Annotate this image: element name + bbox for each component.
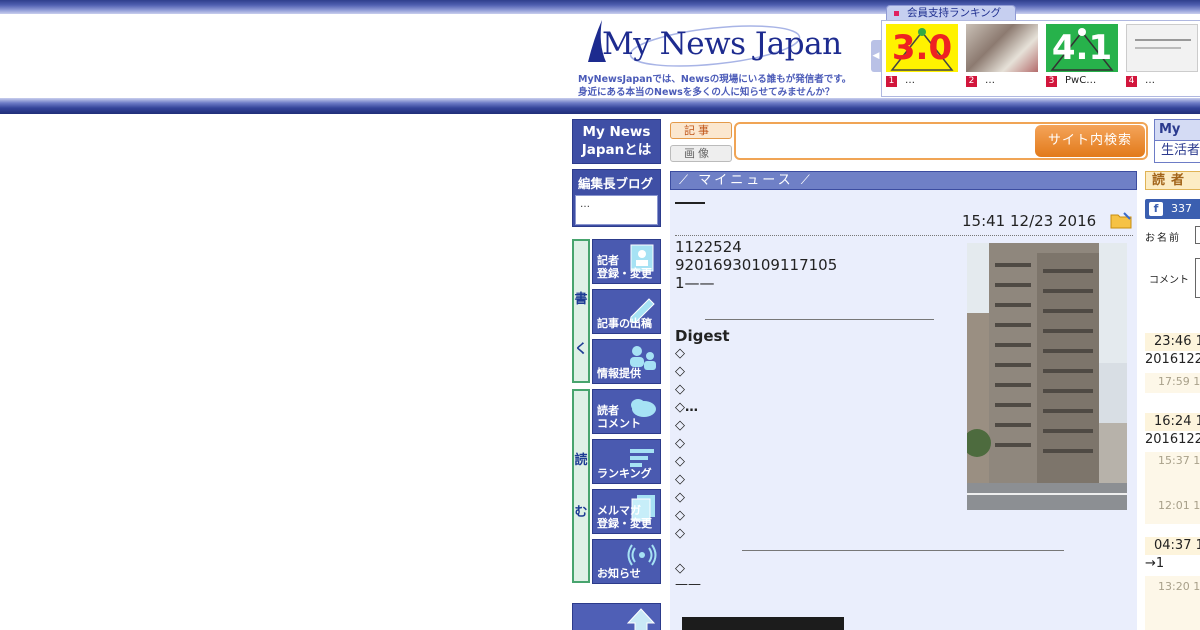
tab-image[interactable]: 画像	[670, 145, 732, 162]
ranking-button[interactable]: ランキング	[592, 439, 661, 484]
comment-label: コメント	[1149, 275, 1189, 286]
folder-icon[interactable]	[1110, 211, 1132, 229]
list-item: ◇	[675, 364, 685, 379]
ranking-tab[interactable]: 会員支持ランキング	[886, 5, 1016, 21]
comment-text: 2016122	[1145, 432, 1200, 447]
scroll-top-button[interactable]	[572, 603, 661, 630]
site-search-button[interactable]: サイト内検索	[1035, 125, 1145, 157]
article-end-dash: ——	[675, 577, 701, 592]
ranking-thumb	[966, 24, 1038, 72]
ranking-item[interactable]: 3.0 1…	[886, 24, 958, 87]
ranking-item[interactable]: 4.1 3 PwC…	[1046, 24, 1118, 87]
divider	[675, 235, 1133, 236]
info-provide-button[interactable]: 情報提供	[592, 339, 661, 384]
site-logo[interactable]: My News Japan	[580, 18, 850, 74]
header-bottom-band	[0, 98, 1200, 114]
list-item: ◇	[675, 436, 685, 451]
list-item: ◇	[675, 382, 685, 397]
reader-section-header: 読者	[1145, 171, 1200, 190]
comment-text: →1	[1145, 556, 1165, 571]
logo-text: My News Japan	[602, 26, 842, 62]
list-item: ◇	[675, 508, 685, 523]
tab-article[interactable]: 記事	[670, 122, 732, 139]
submit-article-button[interactable]: 記事の出稿	[592, 289, 661, 334]
facebook-icon: f	[1149, 202, 1163, 216]
ranking-item[interactable]: 4…	[1126, 24, 1198, 87]
article-title-dash	[675, 202, 705, 204]
list-item: ◇	[675, 472, 685, 487]
article-photo-building[interactable]	[967, 243, 1127, 510]
list-item: ◇	[675, 526, 685, 541]
name-field[interactable]	[1195, 226, 1200, 244]
ranking-prev-button[interactable]: ◀	[871, 40, 881, 72]
ranking-carousel: 3.0 1… 2… 4.1 3 PwC… 4…	[881, 20, 1200, 97]
list-item: ◇	[675, 418, 685, 433]
divider	[742, 550, 1064, 551]
read-section-label: 読む	[572, 389, 590, 583]
reader-comment-button[interactable]: 読者 コメント	[592, 389, 661, 434]
header-top-band	[0, 0, 1200, 14]
comment-entry[interactable]: 15:37 1 12:01 1	[1145, 452, 1200, 524]
article-photo-second[interactable]	[682, 617, 844, 630]
list-item: ◇	[675, 346, 685, 361]
blog-preview[interactable]: …	[575, 195, 658, 225]
newsletter-button[interactable]: メルマガ 登録・変更	[592, 489, 661, 534]
home-icon	[626, 608, 656, 630]
comment-entry[interactable]: 16:24 1	[1145, 413, 1200, 431]
write-section-label: 書く	[572, 239, 590, 383]
comment-entry[interactable]: 23:46 1	[1145, 333, 1200, 351]
site-tagline: MyNewsJapanでは、Newsの現場にいる誰もが発信者です。 身近にある本…	[578, 74, 852, 98]
tab-mynews[interactable]: My News	[1154, 119, 1200, 157]
section-header: ⟋ マイニュース ⟋	[670, 171, 1137, 190]
article-body: 1122524 92016930109117105 1——	[675, 238, 838, 292]
editor-blog[interactable]: 編集長ブログ …	[572, 169, 661, 227]
article-timestamp: 15:41 12/23 2016	[962, 212, 1097, 230]
notice-button[interactable]: お知らせ	[592, 539, 661, 584]
list-item: ◇	[675, 454, 685, 469]
comment-entry[interactable]: 17:59 1	[1145, 373, 1200, 393]
list-item: ◇…	[675, 400, 698, 415]
ranking-item[interactable]: 2…	[966, 24, 1038, 87]
comment-field[interactable]	[1195, 258, 1200, 298]
list-item: ◇	[675, 490, 685, 505]
comment-text: 2016122	[1145, 352, 1200, 367]
digest-title: Digest	[675, 327, 730, 345]
ranking-thumb	[1126, 24, 1198, 72]
reporter-register-button[interactable]: 記者 登録・変更	[592, 239, 661, 284]
divider	[705, 319, 934, 320]
ranking-thumb: 3.0	[886, 24, 958, 72]
ranking-thumb: 4.1	[1046, 24, 1118, 72]
page: { "header": { "logo_text": "My News Japa…	[0, 0, 1200, 630]
about-button[interactable]: My News Japanとは	[572, 119, 661, 164]
name-label: お名前	[1145, 233, 1181, 244]
digest-list: ◇ ◇ ◇ ◇… ◇ ◇ ◇ ◇ ◇ ◇ ◇	[675, 345, 698, 543]
comment-entry[interactable]: 13:20 1	[1145, 576, 1200, 630]
comment-entry[interactable]: 04:37 1	[1145, 537, 1200, 555]
facebook-share-button[interactable]: f 337	[1145, 199, 1200, 219]
tab-consumer[interactable]: 生活者	[1154, 141, 1200, 163]
article-panel: ⟋ マイニュース ⟋ 15:41 12/23 2016 1122524 9201…	[670, 171, 1137, 630]
